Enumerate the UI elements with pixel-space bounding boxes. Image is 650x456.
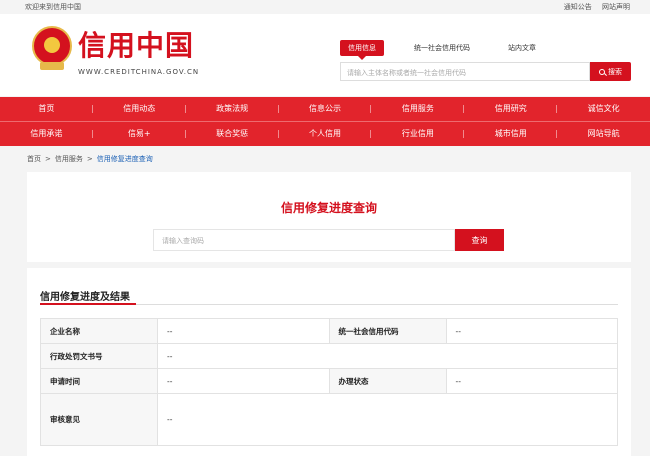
tab-credit-code[interactable]: 统一社会信用代码 [406,40,478,56]
query-button[interactable]: 查询 [455,229,504,251]
query-code-input[interactable]: 请输入查询码 [153,229,455,251]
nav-item-home[interactable]: 首页 [0,103,93,114]
site-url-text: WWW.CREDITCHINA.GOV.CN [78,68,200,76]
company-name-value: -- [157,318,330,344]
nav-item-xinyi[interactable]: 信易+ [93,128,186,139]
notice-link[interactable]: 通知公告 [564,3,592,11]
company-name-label: 企业名称 [40,318,158,344]
nav-item-service[interactable]: 信用服务 [371,103,465,114]
top-bar: 欢迎来到信用中国 通知公告 网站声明 [0,0,650,14]
result-table: 企业名称 -- 统一社会信用代码 -- 行政处罚文书号 -- 申请时间 -- 办… [40,318,618,446]
search-icon [599,68,605,75]
search-tabs: 信用信息 统一社会信用代码 站内文章 [340,40,566,60]
breadcrumb-service[interactable]: 信用服务 [55,155,83,163]
penalty-doc-value: -- [157,343,618,369]
breadcrumb-current[interactable]: 信用修复进度查询 [97,155,153,163]
penalty-doc-label: 行政处罚文书号 [40,343,158,369]
breadcrumb-home[interactable]: 首页 [27,155,41,163]
apply-time-value: -- [157,368,330,394]
welcome-text: 欢迎来到信用中国 [25,3,81,11]
main-nav: 首页 信用动态 政策法规 信息公示 信用服务 信用研究 诚信文化 信用承诺 信易… [0,97,650,146]
nav-row-1: 首页 信用动态 政策法规 信息公示 信用服务 信用研究 诚信文化 [0,97,650,122]
national-emblem-icon [32,26,72,70]
search-button-label: 搜索 [608,67,622,76]
nav-item-news[interactable]: 信用动态 [93,103,186,114]
nav-item-sitemap[interactable]: 网站导航 [557,128,650,139]
nav-item-joint-reward[interactable]: 联合奖惩 [186,128,279,139]
breadcrumb: 首页 > 信用服务 > 信用修复进度查询 [27,155,153,163]
nav-item-personal[interactable]: 个人信用 [279,128,372,139]
status-label: 办理状态 [328,368,447,394]
search-input[interactable]: 请输入主体名称或者统一社会信用代码 [340,62,590,81]
site-header: 信用中国 WWW.CREDITCHINA.GOV.CN 信用信息 统一社会信用代… [0,14,650,96]
table-row: 审核意见 -- [40,393,618,446]
review-opinion-label: 审核意见 [40,393,158,446]
review-opinion-value: -- [157,393,618,446]
search-button[interactable]: 搜索 [590,62,631,81]
nav-item-commitment[interactable]: 信用承诺 [0,128,93,139]
site-logo-text[interactable]: 信用中国 [78,24,194,64]
query-title: 信用修复进度查询 [280,201,377,215]
nav-row-2: 信用承诺 信易+ 联合奖惩 个人信用 行业信用 城市信用 网站导航 [0,122,650,147]
statement-link[interactable]: 网站声明 [602,3,630,11]
result-title: 信用修复进度及结果 [40,292,130,303]
nav-item-industry[interactable]: 行业信用 [371,128,465,139]
tab-credit-info[interactable]: 信用信息 [340,40,384,60]
credit-code-value: -- [445,318,618,344]
table-row: 申请时间 -- 办理状态 -- [40,368,618,394]
top-links: 通知公告 网站声明 [556,2,630,12]
credit-code-label: 统一社会信用代码 [328,318,447,344]
nav-item-research[interactable]: 信用研究 [464,103,558,114]
tab-site-articles[interactable]: 站内文章 [500,40,544,56]
status-value: -- [445,368,618,394]
query-panel: 信用修复进度查询 请输入查询码 查询 [27,172,631,262]
nav-item-city[interactable]: 城市信用 [464,128,558,139]
nav-item-culture[interactable]: 诚信文化 [557,103,650,114]
nav-item-disclosure[interactable]: 信息公示 [279,103,372,114]
table-row: 企业名称 -- 统一社会信用代码 -- [40,318,618,344]
nav-item-policy[interactable]: 政策法规 [186,103,279,114]
table-row: 行政处罚文书号 -- [40,343,618,369]
result-title-divider [40,303,618,305]
result-panel: 信用修复进度及结果 企业名称 -- 统一社会信用代码 -- 行政处罚文书号 --… [27,268,631,456]
apply-time-label: 申请时间 [40,368,158,394]
